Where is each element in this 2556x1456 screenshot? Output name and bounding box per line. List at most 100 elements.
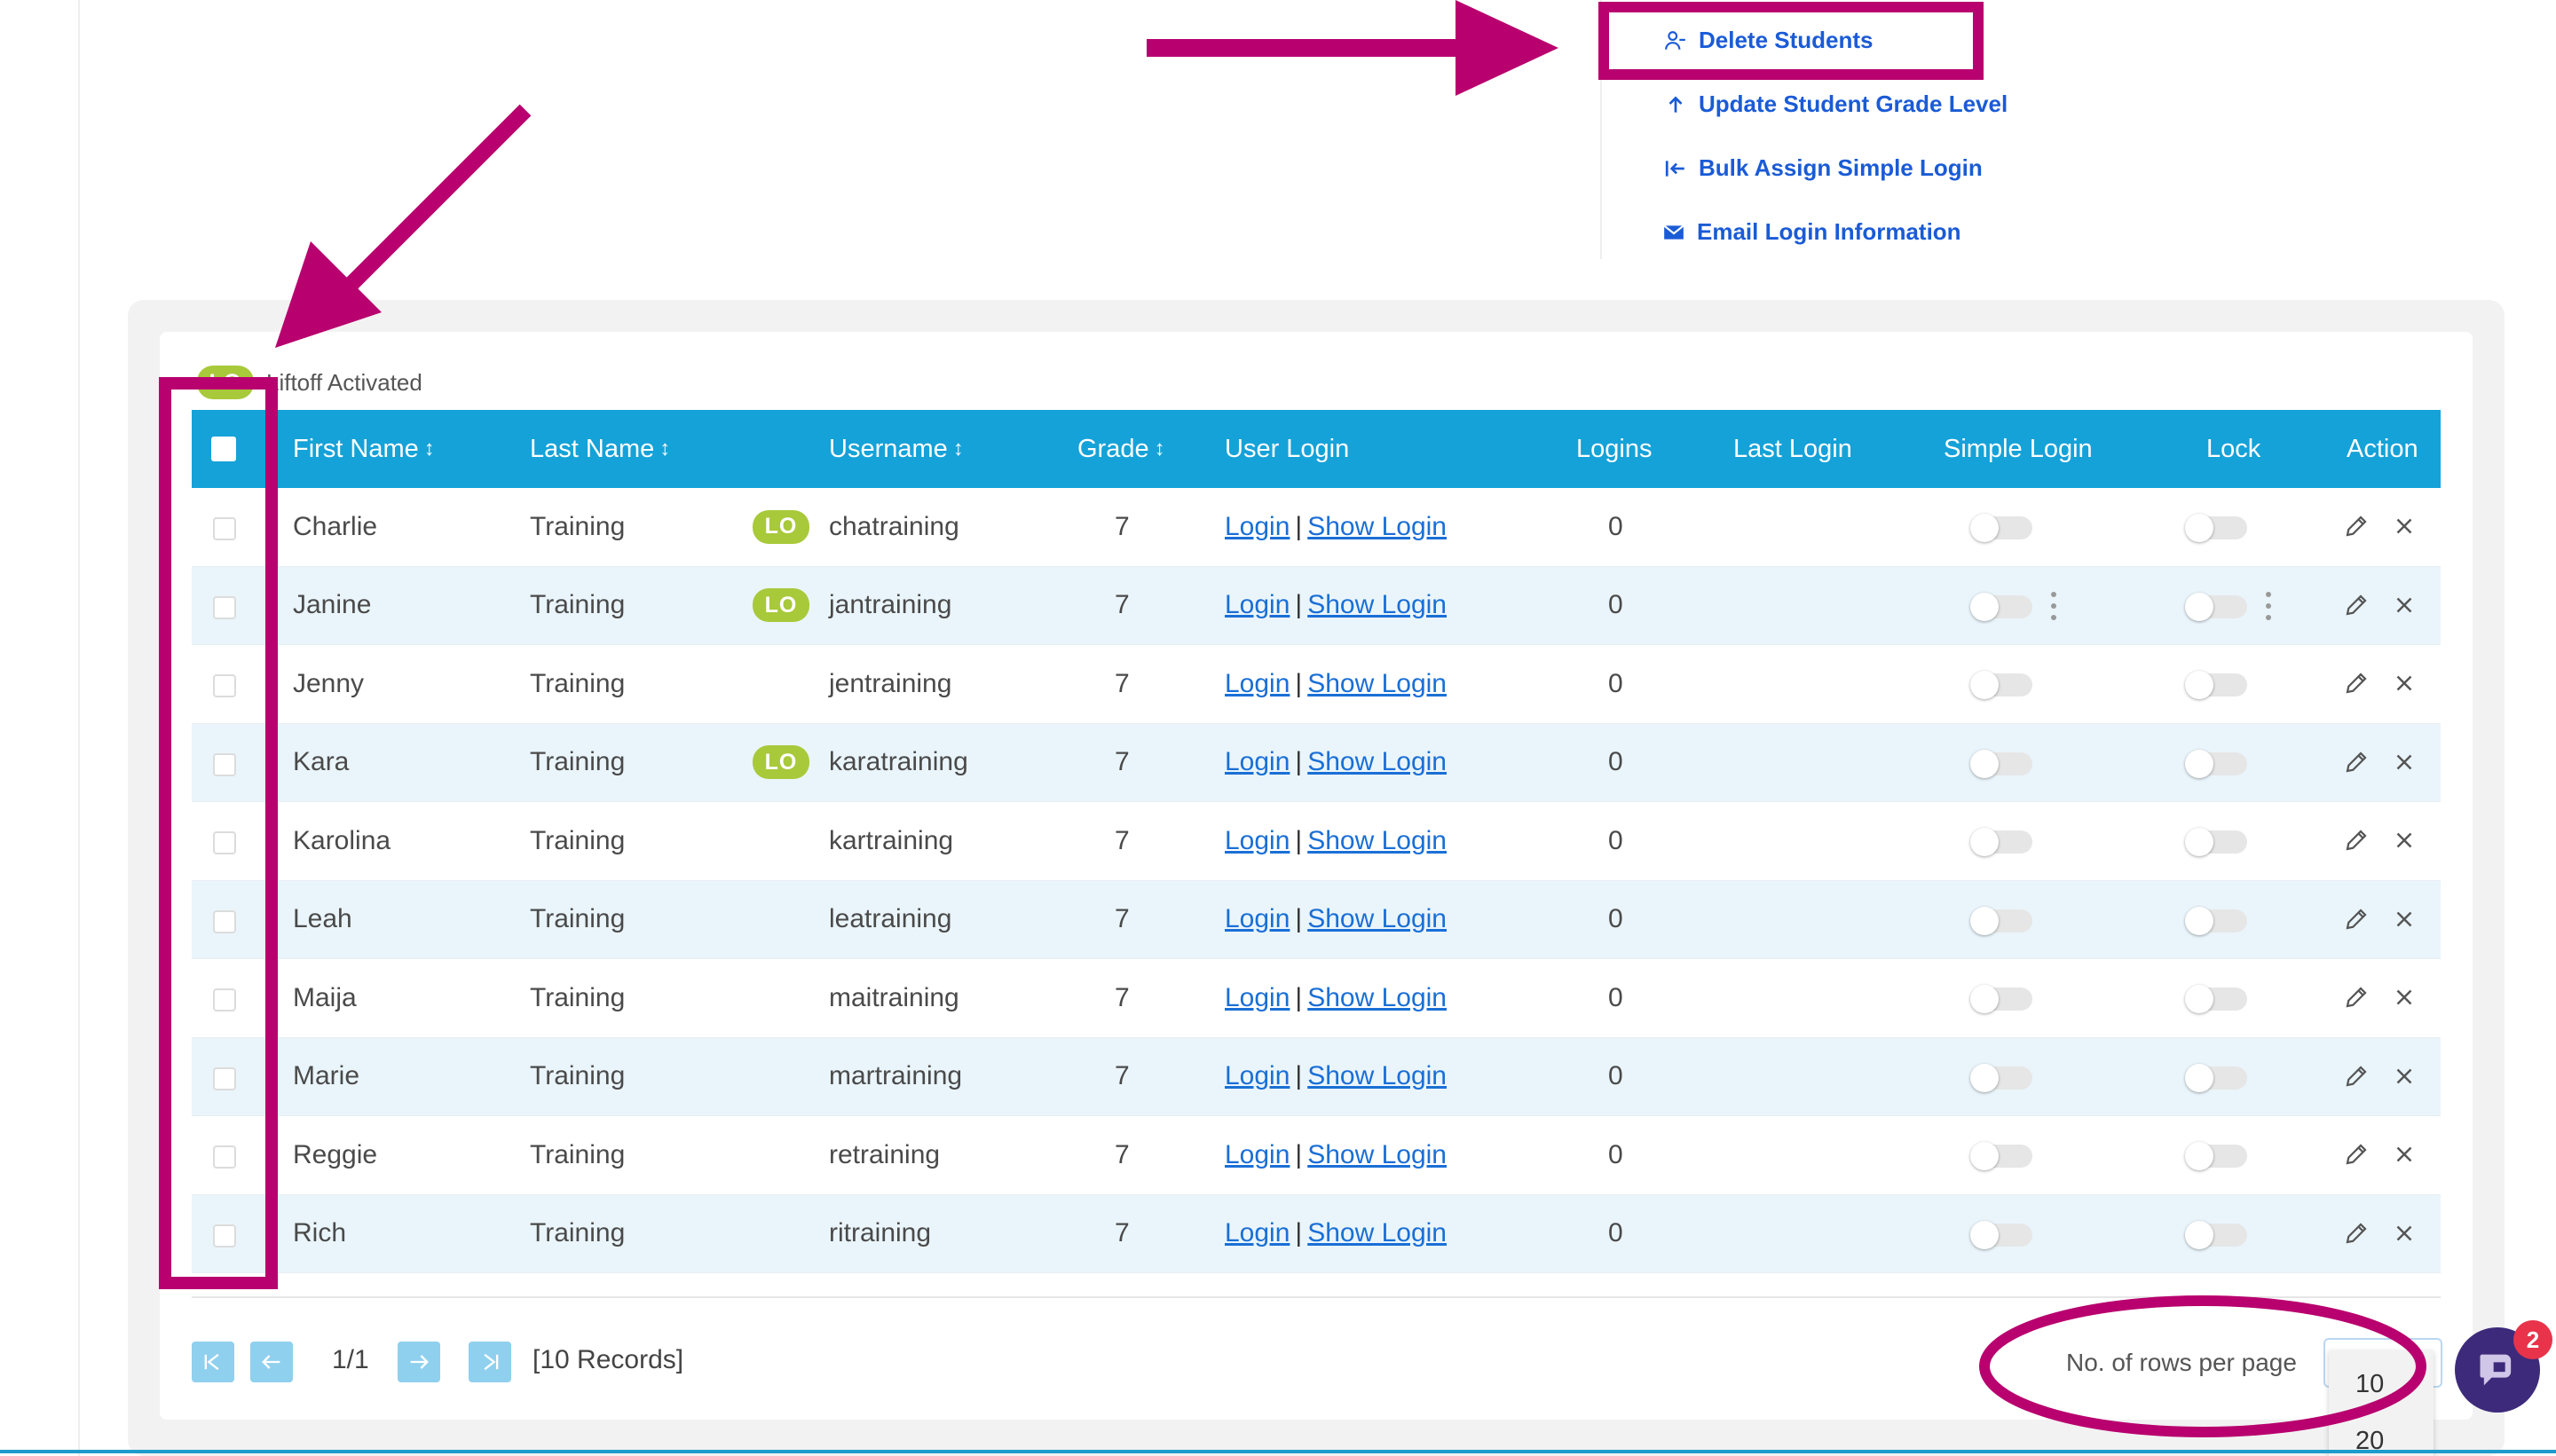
edit-pencil-icon[interactable]	[2343, 984, 2371, 1012]
delete-x-icon[interactable]	[2391, 1063, 2419, 1091]
update-grade-link[interactable]: Update Student Grade Level	[1663, 91, 2008, 118]
next-page-button[interactable]	[398, 1342, 440, 1382]
show-login-link[interactable]: Show Login	[1307, 1140, 1447, 1170]
delete-x-icon[interactable]	[2391, 1141, 2419, 1169]
simple-login-toggle[interactable]	[1970, 592, 2032, 621]
grade-cell: 7	[1115, 747, 1130, 776]
login-link[interactable]: Login	[1225, 1140, 1290, 1170]
lock-toggle[interactable]	[2185, 1142, 2247, 1170]
delete-x-icon[interactable]	[2391, 984, 2419, 1012]
prev-page-button[interactable]	[250, 1342, 293, 1382]
show-login-link[interactable]: Show Login	[1307, 1218, 1447, 1248]
table-row: Maija Training maitraining 7 Login | Show Logi…	[192, 959, 2441, 1038]
username-cell: chatraining	[829, 511, 959, 541]
row-select-checkbox[interactable]	[213, 752, 236, 776]
lock-toggle[interactable]	[2185, 592, 2247, 621]
row-select-checkbox[interactable]	[213, 909, 236, 933]
delete-x-icon[interactable]	[2391, 749, 2419, 777]
lock-toggle[interactable]	[2185, 1063, 2247, 1092]
envelope-icon	[1661, 220, 1686, 245]
show-login-link[interactable]: Show Login	[1307, 669, 1447, 699]
delete-x-icon[interactable]	[2391, 592, 2419, 620]
row-select-checkbox[interactable]	[213, 1066, 236, 1090]
grade-cell: 7	[1115, 904, 1130, 933]
user-login-cell: Login | Show Login	[1225, 802, 1447, 879]
show-login-link[interactable]: Show Login	[1307, 1061, 1447, 1091]
show-login-link[interactable]: Show Login	[1307, 590, 1447, 620]
simple-login-toggle[interactable]	[1970, 985, 2032, 1013]
row-select-checkbox[interactable]	[213, 674, 236, 697]
delete-students-link[interactable]: Delete Students	[1663, 27, 1874, 54]
login-link[interactable]: Login	[1225, 983, 1290, 1013]
lock-toggle[interactable]	[2185, 906, 2247, 935]
link-separator: |	[1295, 825, 1303, 855]
email-login-link[interactable]: Email Login Information	[1661, 218, 1961, 246]
login-link[interactable]: Login	[1225, 669, 1290, 699]
login-link[interactable]: Login	[1225, 1218, 1290, 1248]
edit-pencil-icon[interactable]	[2343, 670, 2371, 698]
row-select-checkbox[interactable]	[213, 988, 236, 1011]
simple-login-toggle[interactable]	[1970, 671, 2032, 699]
lock-toggle[interactable]	[2185, 514, 2247, 542]
col-grade[interactable]: Grade ↕	[1077, 410, 1165, 488]
col-last-name[interactable]: Last Name ↕	[530, 410, 670, 488]
login-link[interactable]: Login	[1225, 512, 1290, 542]
select-all-checkbox[interactable]	[211, 437, 236, 461]
simple-login-toggle[interactable]	[1970, 749, 2032, 778]
simple-login-menu-icon[interactable]	[2050, 591, 2057, 620]
simple-login-toggle[interactable]	[1970, 828, 2032, 856]
table-row: Reggie Training retraining 7 Login | Show Logi…	[192, 1116, 2441, 1195]
row-select-checkbox[interactable]	[213, 1224, 236, 1247]
col-username[interactable]: Username ↕	[829, 410, 964, 488]
lock-menu-icon[interactable]	[2265, 591, 2272, 620]
bulk-simple-login-link[interactable]: Bulk Assign Simple Login	[1663, 154, 1983, 182]
edit-pencil-icon[interactable]	[2343, 906, 2371, 934]
lo-badge: LO	[753, 588, 809, 622]
delete-x-icon[interactable]	[2391, 513, 2419, 541]
show-login-link[interactable]: Show Login	[1307, 747, 1447, 777]
login-link[interactable]: Login	[1225, 904, 1290, 934]
simple-login-toggle[interactable]	[1970, 906, 2032, 935]
link-separator: |	[1295, 511, 1303, 541]
rows-option-10[interactable]: 10	[2355, 1370, 2384, 1399]
show-login-link[interactable]: Show Login	[1307, 983, 1447, 1013]
login-link[interactable]: Login	[1225, 1061, 1290, 1091]
edit-pencil-icon[interactable]	[2343, 1063, 2371, 1091]
lock-toggle[interactable]	[2185, 828, 2247, 856]
login-link[interactable]: Login	[1225, 590, 1290, 620]
edit-pencil-icon[interactable]	[2343, 827, 2371, 855]
edit-pencil-icon[interactable]	[2343, 513, 2371, 541]
edit-pencil-icon[interactable]	[2343, 1220, 2371, 1248]
edit-pencil-icon[interactable]	[2343, 1141, 2371, 1169]
delete-x-icon[interactable]	[2391, 670, 2419, 698]
edit-pencil-icon[interactable]	[2343, 592, 2371, 620]
simple-login-toggle[interactable]	[1970, 1063, 2032, 1092]
simple-login-toggle[interactable]	[1970, 514, 2032, 542]
arrow-left-icon	[262, 1355, 280, 1369]
show-login-link[interactable]: Show Login	[1307, 512, 1447, 542]
row-select-checkbox[interactable]	[213, 517, 236, 540]
lock-toggle[interactable]	[2185, 1220, 2247, 1249]
simple-login-toggle[interactable]	[1970, 1142, 2032, 1170]
legend-label: Liftoff Activated	[266, 368, 422, 396]
delete-x-icon[interactable]	[2391, 1220, 2419, 1248]
row-select-checkbox[interactable]	[213, 595, 236, 619]
delete-x-icon[interactable]	[2391, 827, 2419, 855]
lock-toggle[interactable]	[2185, 749, 2247, 778]
login-link[interactable]: Login	[1225, 747, 1290, 777]
table-row: Kara Training LO karatraining 7 Login | Show Lo…	[192, 723, 2441, 802]
lock-toggle[interactable]	[2185, 671, 2247, 699]
show-login-link[interactable]: Show Login	[1307, 826, 1447, 856]
row-select-checkbox[interactable]	[213, 1145, 236, 1169]
first-page-button[interactable]	[192, 1342, 234, 1382]
delete-x-icon[interactable]	[2391, 906, 2419, 934]
lock-toggle[interactable]	[2185, 985, 2247, 1013]
col-first-name[interactable]: First Name ↕	[293, 410, 435, 488]
table-row: Jenny Training jentraining 7 Login | Show Logi…	[192, 645, 2441, 724]
last-page-button[interactable]	[469, 1342, 511, 1382]
simple-login-toggle[interactable]	[1970, 1220, 2032, 1249]
row-select-checkbox[interactable]	[213, 831, 236, 854]
edit-pencil-icon[interactable]	[2343, 749, 2371, 777]
login-link[interactable]: Login	[1225, 826, 1290, 856]
show-login-link[interactable]: Show Login	[1307, 904, 1447, 934]
